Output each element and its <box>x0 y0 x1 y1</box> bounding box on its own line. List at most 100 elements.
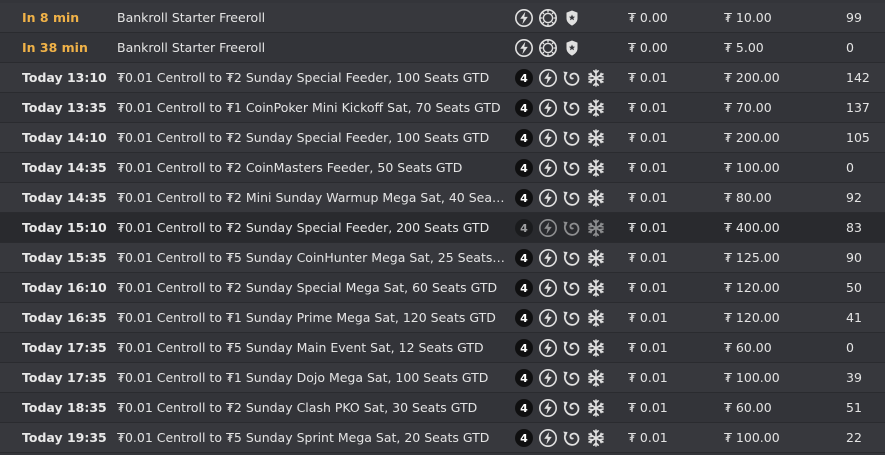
table-row[interactable]: Today 13:10 ₮0.01 Centroll to ₮2 Sunday S… <box>0 63 885 93</box>
player-count-badge-icon: 4 <box>514 338 534 358</box>
player-count-badge-icon: 4 <box>514 428 534 448</box>
prize-pool: ₮ 125.00 <box>724 250 780 265</box>
buy-in: ₮ 0.01 <box>628 370 668 385</box>
player-count-badge-icon: 4 <box>514 218 534 238</box>
turbo-icon <box>538 218 558 238</box>
turbo-icon <box>538 68 558 88</box>
table-row[interactable]: In 8 min Bankroll Starter Freeroll ₮ 0.00 ₮… <box>0 3 885 33</box>
player-count-badge-icon: 4 <box>514 128 534 148</box>
turbo-icon <box>538 158 558 178</box>
prize-pool: ₮ 120.00 <box>724 280 780 295</box>
prize-pool: ₮ 100.00 <box>724 160 780 175</box>
player-count-badge-icon: 4 <box>514 68 534 88</box>
badge-text: 4 <box>520 432 528 445</box>
registered-players: 99 <box>846 10 862 25</box>
rebuy-icon <box>562 428 582 448</box>
buy-in: ₮ 0.01 <box>628 70 668 85</box>
player-count-badge-icon: 4 <box>514 368 534 388</box>
tournament-icons: 4 <box>514 123 624 152</box>
badge-text: 4 <box>520 402 528 415</box>
badge-text: 4 <box>520 192 528 205</box>
freezeout-icon <box>586 188 606 208</box>
registered-players: 137 <box>846 100 870 115</box>
table-row[interactable]: Today 18:35 ₮0.01 Centroll to ₮2 Sunday C… <box>0 393 885 423</box>
registered-players: 142 <box>846 70 870 85</box>
badge-text: 4 <box>520 102 528 115</box>
buy-in: ₮ 0.01 <box>628 400 668 415</box>
buy-in: ₮ 0.01 <box>628 160 668 175</box>
tournament-name: ₮0.01 Centroll to ₮5 Sunday Sprint Mega … <box>117 430 490 445</box>
registered-players: 41 <box>846 310 862 325</box>
buy-in: ₮ 0.01 <box>628 310 668 325</box>
registered-players: 22 <box>846 430 862 445</box>
buy-in: ₮ 0.01 <box>628 340 668 355</box>
start-time: Today 18:35 <box>22 400 107 415</box>
start-time: Today 15:35 <box>22 250 107 265</box>
badge-text: 4 <box>520 72 528 85</box>
registered-players: 0 <box>846 40 854 55</box>
table-row[interactable]: Today 14:35 ₮0.01 Centroll to ₮2 CoinMast… <box>0 153 885 183</box>
table-row[interactable]: Today 15:35 ₮0.01 Centroll to ₮5 Sunday C… <box>0 243 885 273</box>
tournament-icons: 4 <box>514 183 624 212</box>
rebuy-icon <box>562 218 582 238</box>
rebuy-icon <box>562 248 582 268</box>
player-count-badge-icon: 4 <box>514 158 534 178</box>
tournament-icons: 4 <box>514 213 624 242</box>
tournament-name: ₮0.01 Centroll to ₮1 Sunday Dojo Mega Sa… <box>117 370 489 385</box>
table-row[interactable]: Today 15:10 ₮0.01 Centroll to ₮2 Sunday S… <box>0 213 885 243</box>
freezeout-icon <box>586 218 606 238</box>
freezeout-icon <box>586 248 606 268</box>
prize-pool: ₮ 200.00 <box>724 130 780 145</box>
tournament-icons: 4 <box>514 423 624 452</box>
freezeout-icon <box>586 278 606 298</box>
player-count-badge-icon: 4 <box>514 398 534 418</box>
chip-icon <box>538 38 558 58</box>
turbo-icon <box>538 398 558 418</box>
table-row[interactable]: Today 16:35 ₮0.01 Centroll to ₮1 Sunday P… <box>0 303 885 333</box>
tournament-icons: 4 <box>514 303 624 332</box>
table-row[interactable]: Today 14:10 ₮0.01 Centroll to ₮2 Sunday S… <box>0 123 885 153</box>
turbo-icon <box>514 8 534 28</box>
table-row[interactable]: Today 17:35 ₮0.01 Centroll to ₮1 Sunday D… <box>0 363 885 393</box>
prize-pool: ₮ 100.00 <box>724 370 780 385</box>
rebuy-icon <box>562 368 582 388</box>
start-time: Today 17:35 <box>22 370 107 385</box>
start-time: In 8 min <box>22 10 80 25</box>
table-row[interactable]: Today 17:35 ₮0.01 Centroll to ₮5 Sunday M… <box>0 333 885 363</box>
rebuy-icon <box>562 278 582 298</box>
buy-in: ₮ 0.01 <box>628 250 668 265</box>
table-row[interactable]: Today 14:35 ₮0.01 Centroll to ₮2 Mini Sun… <box>0 183 885 213</box>
table-row[interactable]: Today 19:35 ₮0.01 Centroll to ₮5 Sunday S… <box>0 423 885 453</box>
rebuy-icon <box>562 308 582 328</box>
turbo-icon <box>538 248 558 268</box>
prize-pool: ₮ 70.00 <box>724 100 772 115</box>
buy-in: ₮ 0.00 <box>628 10 668 25</box>
buy-in: ₮ 0.01 <box>628 430 668 445</box>
tournament-icons: 4 <box>514 63 624 92</box>
registered-players: 0 <box>846 160 854 175</box>
buy-in: ₮ 0.01 <box>628 220 668 235</box>
table-row[interactable]: Today 13:35 ₮0.01 Centroll to ₮1 CoinPoke… <box>0 93 885 123</box>
turbo-icon <box>538 128 558 148</box>
freezeout-icon <box>586 308 606 328</box>
registered-players: 90 <box>846 250 862 265</box>
badge-text: 4 <box>520 372 528 385</box>
tournament-icons <box>514 3 624 32</box>
start-time: Today 14:35 <box>22 190 107 205</box>
tournament-name: ₮0.01 Centroll to ₮2 Sunday Special Mega… <box>117 280 498 295</box>
tournament-icons: 4 <box>514 273 624 302</box>
turbo-icon <box>538 188 558 208</box>
chip-icon <box>538 8 558 28</box>
registered-players: 51 <box>846 400 862 415</box>
player-count-badge-icon: 4 <box>514 98 534 118</box>
shield-icon <box>562 38 582 58</box>
turbo-icon <box>538 368 558 388</box>
table-row[interactable]: In 38 min Bankroll Starter Freeroll ₮ 0.00… <box>0 33 885 63</box>
buy-in: ₮ 0.00 <box>628 40 668 55</box>
badge-text: 4 <box>520 342 528 355</box>
turbo-icon <box>538 428 558 448</box>
registered-players: 0 <box>846 340 854 355</box>
table-row[interactable]: Today 16:10 ₮0.01 Centroll to ₮2 Sunday S… <box>0 273 885 303</box>
tournament-name: ₮0.01 Centroll to ₮2 Sunday Clash PKO Sa… <box>117 400 478 415</box>
turbo-icon <box>538 308 558 328</box>
